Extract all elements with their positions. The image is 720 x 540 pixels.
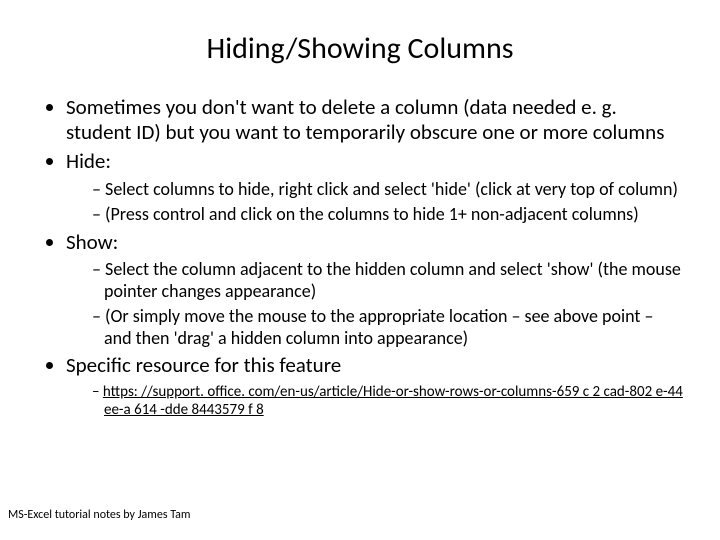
hide-sublist: Select columns to hide, right click and … [66,179,684,226]
show-sublist: Select the column adjacent to the hidden… [66,259,684,349]
bullet-hide: Hide: [66,149,684,174]
resource-sublist: https: //support. office. com/en-us/arti… [66,383,684,419]
bullet-sometimes: Sometimes you don't want to delete a col… [66,95,684,145]
show-sub-2: (Or simply move the mouse to the appropr… [92,306,684,349]
footer-note: MS-Excel tutorial notes by James Tam [8,508,190,522]
slide-title: Hiding/Showing Columns [36,30,684,67]
bullet-list: Sometimes you don't want to delete a col… [36,95,684,419]
resource-link[interactable]: https: //support. office. com/en-us/arti… [103,383,683,419]
hide-sub-1: Select columns to hide, right click and … [92,179,684,201]
bullet-resource: Specific resource for this feature [66,353,684,378]
resource-link-item: https: //support. office. com/en-us/arti… [92,383,684,419]
show-sub-1: Select the column adjacent to the hidden… [92,259,684,302]
bullet-show: Show: [66,230,684,255]
hide-sub-2: (Press control and click on the columns … [92,204,684,226]
slide: Hiding/Showing Columns Sometimes you don… [0,0,720,540]
